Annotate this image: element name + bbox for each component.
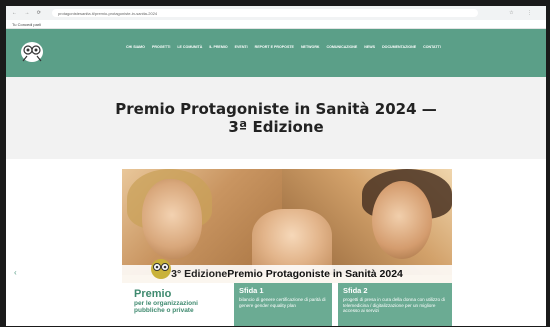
- premio-sub1: per le organizzazioni: [134, 300, 198, 307]
- url-field[interactable]: protagonistesanita.it/premio-protagonist…: [51, 9, 478, 17]
- nav-item-il-premio[interactable]: Il premio: [209, 45, 227, 49]
- nav-item-progetti[interactable]: Progetti: [152, 45, 170, 49]
- scroll-left-arrow-icon[interactable]: ‹: [14, 268, 17, 277]
- main-nav: Chi siamo Progetti Le comunità Il premio…: [126, 45, 542, 49]
- page-title-line2: 3ª Edizione: [228, 118, 324, 136]
- premio-block: Premio per le organizzazioni pubbliche o…: [134, 288, 198, 315]
- site-header: Chi siamo Progetti Le comunità Il premio…: [6, 29, 546, 77]
- owl-logo-icon[interactable]: [18, 37, 46, 65]
- sfida-1-desc: bilancio di genere certificazione di par…: [239, 297, 326, 308]
- page-title-line1: Premio Protagoniste in Sanità 2024 —: [115, 100, 437, 118]
- bookmark-item[interactable]: Tu Concedi parli: [12, 22, 41, 27]
- hero-banner-image: 3° Edizione Premio Protagoniste in Sanit…: [122, 169, 452, 326]
- sfida-1-card: Sfida 1 bilancio di genere certificazion…: [234, 283, 332, 326]
- sfida-2-desc: progetti di presa in cura della donna co…: [343, 297, 445, 314]
- sfida-2-card: Sfida 2 progetti di presa in cura della …: [338, 283, 452, 326]
- nav-item-chi-siamo[interactable]: Chi siamo: [126, 45, 145, 49]
- nav-item-network[interactable]: Network: [301, 45, 320, 49]
- nav-item-comunicazione[interactable]: Comunicazione: [327, 45, 358, 49]
- page-title-band: Premio Protagoniste in Sanità 2024 — 3ª …: [6, 77, 546, 159]
- banner-lower-panel: Premio per le organizzazioni pubbliche o…: [122, 283, 452, 326]
- nav-item-eventi[interactable]: Eventi: [235, 45, 248, 49]
- premio-sub2: pubbliche o private: [134, 307, 194, 314]
- browser-menu-icons[interactable]: ☆ ⋮: [509, 10, 538, 16]
- nav-item-le-comunita[interactable]: Le comunità: [177, 45, 202, 49]
- browser-address-bar: ← → ⟳ protagonistesanita.it/premio-prota…: [6, 6, 546, 21]
- nav-item-contatti[interactable]: Contatti: [423, 45, 441, 49]
- owl-badge-icon: [151, 259, 171, 279]
- nav-item-report[interactable]: Report e proposte: [255, 45, 294, 49]
- edition-highlight: Premio Protagoniste in Sanità 2024: [227, 268, 403, 280]
- sfida-2-title: Sfida 2: [343, 286, 368, 295]
- woman-right-face: [372, 181, 432, 259]
- nav-item-news[interactable]: News: [364, 45, 375, 49]
- nav-item-documentazione[interactable]: Documentazione: [382, 45, 416, 49]
- edition-prefix: 3° Edizione: [171, 268, 228, 280]
- browser-nav-icons[interactable]: ← → ⟳: [12, 10, 44, 16]
- browser-window: ← → ⟳ protagonistesanita.it/premio-prota…: [6, 6, 546, 326]
- bookmarks-bar: Tu Concedi parli: [6, 20, 546, 29]
- sfida-1-title: Sfida 1: [239, 286, 264, 295]
- woman-left-face: [142, 179, 202, 259]
- premio-title: Premio: [134, 288, 172, 300]
